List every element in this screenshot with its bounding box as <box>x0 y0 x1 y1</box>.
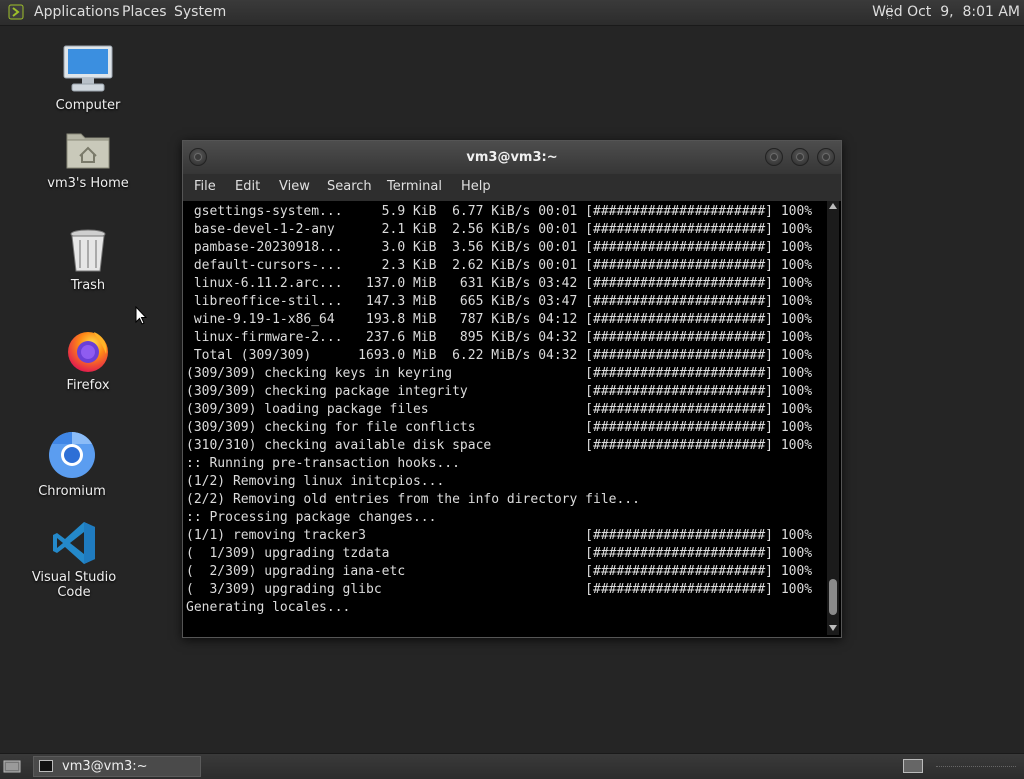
desktop-icon-computer[interactable]: Computer <box>28 44 148 113</box>
desktop-icon-chromium[interactable]: Chromium <box>12 430 132 499</box>
home-folder-icon <box>66 133 110 169</box>
terminal-line: (1/1) removing tracker3 [###############… <box>186 528 813 543</box>
terminal-line: libreoffice-stil... 147.3 MiB 665 KiB/s … <box>186 294 813 309</box>
trash-icon <box>70 229 106 272</box>
applications-menu[interactable]: Applications <box>34 4 120 20</box>
window-titlebar[interactable]: vm3@vm3:~ <box>183 141 841 174</box>
top-panel: Applications Places System Wed Oct 9, 8:… <box>0 0 1024 26</box>
firefox-icon <box>68 332 108 372</box>
clock[interactable]: Wed Oct 9, 8:01 AM <box>872 4 1020 20</box>
desktop-icon-label: Firefox <box>66 378 110 393</box>
desktop-icon-firefox[interactable]: Firefox <box>28 326 148 393</box>
terminal-line: ( 2/309) upgrading iana-etc [###########… <box>186 564 813 579</box>
desktop-icon-label: Computer <box>55 98 121 113</box>
terminal-line: Generating locales... <box>186 600 351 615</box>
terminal-window[interactable]: vm3@vm3:~ File Edit View Search Terminal… <box>182 140 842 638</box>
desktop-icon-label: Visual Studio Code <box>31 570 117 600</box>
bottom-panel: vm3@vm3:~ <box>0 753 1024 779</box>
taskbar-button-label: vm3@vm3:~ <box>62 759 148 774</box>
scrollbar-thumb[interactable] <box>829 579 837 615</box>
show-desktop-icon[interactable] <box>3 759 21 773</box>
terminal-line: ( 1/309) upgrading tzdata [#############… <box>186 546 813 561</box>
minimize-button[interactable] <box>765 148 783 166</box>
terminal-line: (310/310) checking available disk space … <box>186 438 813 453</box>
desktop-icon-label: Trash <box>70 278 106 293</box>
maximize-button[interactable] <box>791 148 809 166</box>
menu-terminal[interactable]: Terminal <box>387 179 442 194</box>
panel-handle <box>936 766 1016 769</box>
mouse-cursor-icon <box>135 306 147 325</box>
terminal-icon <box>39 760 53 772</box>
terminal-menubar: File Edit View Search Terminal Help <box>183 174 841 201</box>
terminal-scrollbar[interactable] <box>827 201 839 635</box>
terminal-line: :: Running pre-transaction hooks... <box>186 456 460 471</box>
computer-icon <box>63 45 113 92</box>
terminal-line: :: Processing package changes... <box>186 510 437 525</box>
scroll-up-arrow-icon[interactable] <box>829 203 837 209</box>
system-menu[interactable]: System <box>174 4 226 20</box>
menu-help[interactable]: Help <box>461 179 491 194</box>
terminal-line: gsettings-system... 5.9 KiB 6.77 KiB/s 0… <box>186 204 813 219</box>
terminal-line: default-cursors-... 2.3 KiB 2.62 KiB/s 0… <box>186 258 813 273</box>
terminal-line: (309/309) checking package integrity [##… <box>186 384 813 399</box>
close-button[interactable] <box>817 148 835 166</box>
terminal-line: linux-6.11.2.arc... 137.0 MiB 631 KiB/s … <box>186 276 813 291</box>
places-menu[interactable]: Places <box>122 4 167 20</box>
terminal-line: base-devel-1-2-any 2.1 KiB 2.56 KiB/s 00… <box>186 222 813 237</box>
menu-search[interactable]: Search <box>327 179 372 194</box>
workspace-switcher[interactable] <box>903 759 923 773</box>
terminal-line: wine-9.19-1-x86_64 193.8 MiB 787 KiB/s 0… <box>186 312 813 327</box>
terminal-output[interactable]: gsettings-system... 5.9 KiB 6.77 KiB/s 0… <box>186 203 826 633</box>
menu-edit[interactable]: Edit <box>235 179 260 194</box>
applications-logo-icon[interactable] <box>8 4 24 20</box>
terminal-line: (1/2) Removing linux initcpios... <box>186 474 445 489</box>
desktop-icon-home[interactable]: vm3's Home <box>28 126 148 191</box>
scroll-down-arrow-icon[interactable] <box>829 625 837 631</box>
desktop-icon-trash[interactable]: Trash <box>28 228 148 293</box>
menu-file[interactable]: File <box>194 179 216 194</box>
terminal-line: ( 3/309) upgrading glibc [##############… <box>186 582 813 597</box>
terminal-line: pambase-20230918... 3.0 KiB 3.56 KiB/s 0… <box>186 240 813 255</box>
desktop-icon-vscode[interactable]: Visual Studio Code <box>14 520 134 600</box>
menu-view[interactable]: View <box>279 179 310 194</box>
vscode-icon <box>53 522 95 564</box>
window-title: vm3@vm3:~ <box>466 150 558 165</box>
terminal-line: (309/309) checking for file conflicts [#… <box>186 420 813 435</box>
terminal-line: linux-firmware-2... 237.6 MiB 895 KiB/s … <box>186 330 813 345</box>
desktop-icon-label: Chromium <box>38 484 106 499</box>
taskbar-button-terminal[interactable]: vm3@vm3:~ <box>33 756 201 777</box>
terminal-line: (309/309) checking keys in keyring [####… <box>186 366 813 381</box>
desktop-icon-label: vm3's Home <box>47 176 129 191</box>
chromium-icon <box>49 432 95 478</box>
terminal-line: Total (309/309) 1693.0 MiB 6.22 MiB/s 04… <box>186 348 813 363</box>
terminal-line: (2/2) Removing old entries from the info… <box>186 492 640 507</box>
terminal-line: (309/309) loading package files [#######… <box>186 402 813 417</box>
